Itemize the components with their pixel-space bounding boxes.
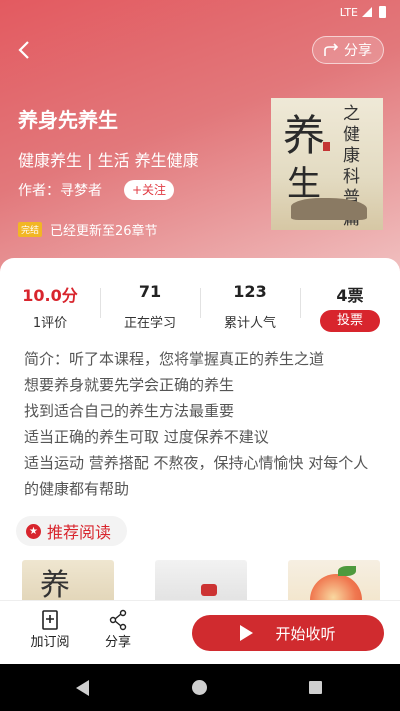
intro-line: 的健康都有帮助	[24, 480, 130, 498]
rating-value: 10.0分	[22, 286, 78, 305]
system-navigation-bar	[0, 664, 400, 711]
update-text: 已经更新至26章节	[50, 224, 158, 239]
author-name: 作者：寻梦者	[18, 183, 102, 199]
intro-line: 适当正确的养生可取 过度保养不建议	[24, 428, 269, 446]
signal-icon	[362, 7, 372, 17]
intro-line: 找到适合自己的养生方法最重要	[24, 402, 235, 420]
share-arrow-icon	[324, 43, 339, 56]
completed-badge: 完结	[18, 222, 43, 237]
status-bar: LTE	[0, 0, 400, 24]
vote-button[interactable]: 投票	[320, 310, 380, 332]
intro-line: 想要养身就要先学会正确的养生	[24, 376, 235, 394]
ink-illustration	[201, 584, 217, 596]
cover-rock-illustration	[291, 198, 367, 220]
popularity-value: 123	[233, 282, 267, 301]
bottom-action-bar: 加订阅 分享 开始收听	[0, 600, 400, 664]
stat-rating[interactable]: 10.0分 1评价	[0, 282, 100, 332]
intro-line: 简介：听了本课程，您将掌握真正的养生之道	[24, 350, 325, 368]
popularity-label: 累计人气	[223, 316, 276, 331]
thumb-char: 养	[40, 568, 70, 603]
votes-value: 4票	[336, 286, 364, 305]
nav-home-icon[interactable]	[192, 680, 207, 695]
learning-value: 71	[138, 282, 162, 301]
start-label: 开始收听	[275, 624, 336, 643]
learning-label: 正在学习	[123, 316, 176, 331]
book-intro: 简介：听了本课程，您将掌握真正的养生之道 想要养身就要先学会正确的养生 找到适合…	[24, 346, 374, 502]
recommend-section-header: ★ 推荐阅读	[16, 516, 128, 546]
seal-stamp	[323, 142, 330, 151]
subscribe-label: 加订阅	[30, 635, 70, 650]
share-nodes-icon	[109, 609, 127, 631]
back-button[interactable]	[12, 36, 36, 64]
play-icon	[240, 625, 254, 641]
book-tags: 健康养生 | 生活 养生健康	[18, 151, 199, 170]
star-icon: ★	[26, 523, 41, 539]
add-bookmark-icon	[42, 610, 58, 630]
bottom-share-button[interactable]: 分享	[90, 609, 146, 650]
nav-back-icon[interactable]	[76, 680, 89, 696]
stat-learning: 71 正在学习	[100, 282, 200, 332]
rating-label: 1评价	[32, 316, 68, 331]
stats-row: 10.0分 1评价 71 正在学习 123 累计人气 4票 投票	[0, 282, 400, 332]
share-label: 分享	[344, 43, 372, 59]
intro-line: 适当运动 营养搭配 不熬夜，保持心情愉快 对每个人	[24, 454, 369, 472]
follow-button[interactable]: +关注	[124, 180, 175, 200]
share-label: 分享	[104, 635, 131, 650]
subscribe-button[interactable]: 加订阅	[22, 609, 78, 650]
start-listening-button[interactable]: 开始收听	[192, 615, 384, 651]
book-title: 养身先养生	[18, 108, 118, 132]
battery-icon	[379, 6, 386, 18]
update-status: 完结 已经更新至26章节	[18, 220, 158, 239]
stat-popularity: 123 累计人气	[200, 282, 300, 332]
stat-votes: 4票 投票	[300, 282, 400, 332]
book-cover: 养 生 之健康科普篇	[271, 98, 383, 230]
book-header: 分享 养身先养生 健康养生 | 生活 养生健康 作者：寻梦者 +关注 完结 已经…	[0, 0, 400, 280]
leaf-illustration	[338, 566, 356, 576]
share-button[interactable]: 分享	[312, 36, 384, 64]
book-detail-panel: 10.0分 1评价 71 正在学习 123 累计人气 4票 投票 简介：听了本课…	[0, 258, 400, 611]
recommend-title: 推荐阅读	[47, 523, 112, 542]
network-label: LTE	[339, 5, 358, 19]
nav-recent-apps-icon[interactable]	[309, 681, 322, 694]
author-row: 作者：寻梦者 +关注	[18, 180, 175, 200]
cover-char-1: 养	[283, 111, 326, 160]
chevron-left-icon	[18, 41, 29, 59]
